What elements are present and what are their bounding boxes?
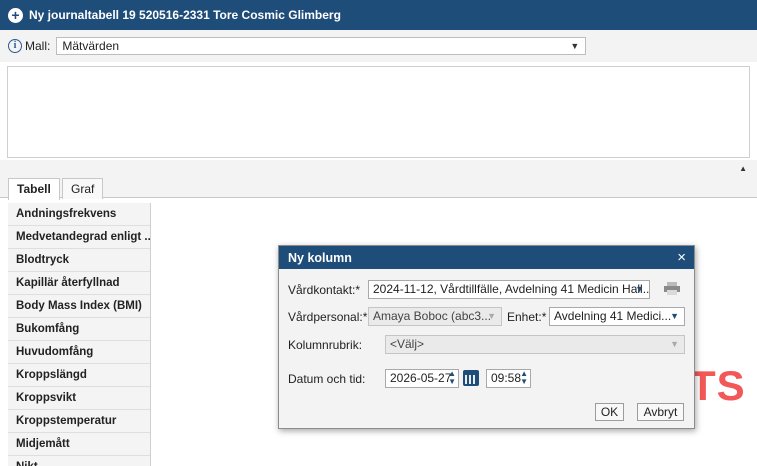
tab-graf[interactable]: Graf	[62, 178, 104, 199]
measurement-list: Andningsfrekvens Medvetandegrad enligt .…	[8, 203, 151, 466]
note-textarea[interactable]	[7, 66, 750, 158]
chevron-down-icon: ▼	[487, 311, 496, 321]
calendar-icon[interactable]	[463, 370, 479, 386]
tab-strip: Tabell Graf	[0, 176, 757, 200]
kolumnrubrik-label: Kolumnrubrik:	[288, 338, 363, 352]
spinner-icon[interactable]: ▲ ▼	[448, 370, 456, 386]
vardkontakt-value: 2024-11-12, Vårdtillfälle, Avdelning 41 …	[373, 282, 650, 296]
list-item[interactable]: Bukomfång	[8, 318, 150, 341]
collapse-up-icon[interactable]: ▲	[739, 164, 747, 173]
enhet-label: Enhet:*	[507, 310, 547, 324]
chevron-down-icon: ▼	[670, 311, 679, 321]
dialog-title: Ny kolumn	[288, 250, 352, 265]
mall-select[interactable]: Mätvärden ▼	[56, 37, 587, 55]
list-item[interactable]: Andningsfrekvens	[8, 203, 150, 226]
chevron-down-icon: ▼	[670, 339, 679, 349]
close-icon[interactable]: ×	[677, 249, 686, 266]
dialog-header: Ny kolumn ×	[279, 246, 694, 269]
list-item[interactable]: Midjemått	[8, 433, 150, 456]
panel-splitter[interactable]: ▲	[0, 160, 757, 176]
date-value: 2026-05-27	[390, 371, 452, 385]
enhet-select[interactable]: Avdelning 41 Medici... ▼	[549, 307, 685, 326]
vardpersonal-label: Vårdpersonal:*	[288, 310, 368, 324]
time-input[interactable]: 09:58 ▲ ▼	[486, 369, 531, 388]
date-input[interactable]: 2026-05-27 ▲ ▼	[385, 369, 459, 388]
watermark-text: TS	[690, 362, 746, 409]
window-titlebar: + Ny journaltabell 19 520516-2331 Tore C…	[0, 0, 757, 30]
list-item[interactable]: Kroppsvikt	[8, 387, 150, 410]
plus-circle-icon: +	[8, 7, 23, 23]
tab-tabell[interactable]: Tabell	[8, 178, 60, 200]
ok-button[interactable]: OK	[595, 403, 624, 421]
kolumnrubrik-select[interactable]: <Välj> ▼	[385, 335, 685, 354]
list-item[interactable]: Nikt...	[8, 456, 150, 466]
printer-icon[interactable]	[664, 282, 680, 295]
time-value: 09:58	[491, 371, 522, 385]
list-item[interactable]: Medvetandegrad enligt ...	[8, 226, 150, 249]
vardpersonal-value: Amaya Boboc (abc3...	[373, 309, 492, 323]
kolumnrubrik-value: <Välj>	[390, 337, 425, 351]
list-item[interactable]: Body Mass Index (BMI)	[8, 295, 150, 318]
enhet-value: Avdelning 41 Medici...	[554, 309, 672, 323]
chevron-down-icon: ▼	[635, 284, 644, 294]
spinner-icon[interactable]: ▲ ▼	[520, 370, 528, 386]
mall-label: Mall:	[25, 39, 51, 53]
list-item[interactable]: Kroppslängd	[8, 364, 150, 387]
mall-select-value: Mätvärden	[62, 39, 120, 53]
mall-row: i Mall: Mätvärden ▼	[0, 30, 757, 62]
window-title: Ny journaltabell 19 520516-2331 Tore Cos…	[29, 8, 341, 22]
cancel-button[interactable]: Avbryt	[637, 403, 684, 421]
list-item[interactable]: Kroppstemperatur	[8, 410, 150, 433]
list-item[interactable]: Blodtryck	[8, 249, 150, 272]
vardkontakt-select[interactable]: 2024-11-12, Vårdtillfälle, Avdelning 41 …	[368, 280, 650, 299]
vardkontakt-label: Vårdkontakt:*	[288, 283, 361, 297]
list-item[interactable]: Huvudomfång	[8, 341, 150, 364]
list-item[interactable]: Kapillär återfyllnad	[8, 272, 150, 295]
datum-label: Datum och tid:	[288, 372, 366, 386]
vardpersonal-select[interactable]: Amaya Boboc (abc3... ▼	[368, 307, 502, 326]
chevron-down-icon: ▼	[570, 41, 580, 51]
info-icon[interactable]: i	[8, 39, 22, 53]
new-column-dialog: Ny kolumn × Vårdkontakt:* 2024-11-12, Vå…	[278, 245, 695, 429]
